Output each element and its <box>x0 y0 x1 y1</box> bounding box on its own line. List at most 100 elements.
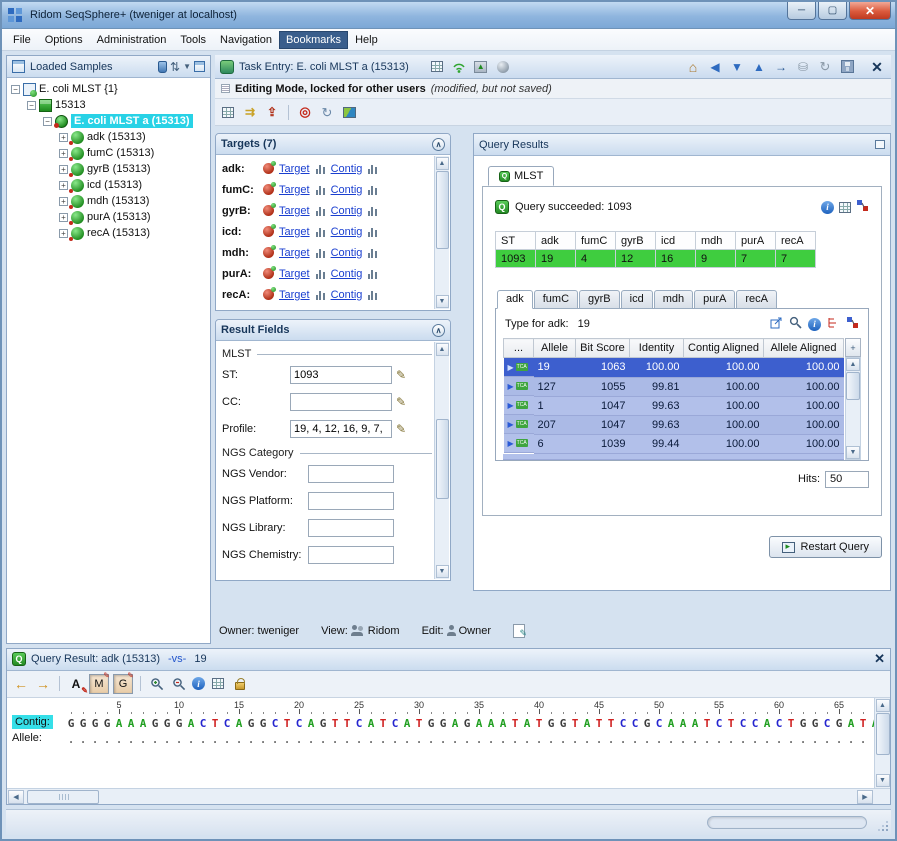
edit-note-icon[interactable] <box>513 624 525 638</box>
target-trace-icon[interactable] <box>315 184 326 195</box>
contig-row-label[interactable]: Contig: <box>12 715 53 729</box>
st-column-header[interactable]: gyrB <box>616 232 656 250</box>
allele-column-header[interactable]: Contig Aligned <box>684 339 764 358</box>
contig-trace-icon[interactable] <box>367 289 378 300</box>
allele-column-header[interactable]: Bit Score <box>576 339 630 358</box>
prev-difference-icon[interactable]: ← <box>12 675 30 693</box>
st-result-cell[interactable]: 1093 <box>496 250 536 268</box>
close-alignment-icon[interactable]: ✕ <box>874 651 885 667</box>
report-edit-icon[interactable] <box>219 103 237 121</box>
forward-icon[interactable]: → <box>772 58 790 76</box>
ngs-field-input[interactable] <box>308 546 394 564</box>
export-table-icon[interactable] <box>431 61 443 72</box>
sort-icon[interactable]: ⇅ <box>170 61 180 73</box>
target-trace-icon[interactable] <box>315 163 326 174</box>
ngs-field-input[interactable] <box>308 519 394 537</box>
tree-expander-icon[interactable]: + <box>59 133 68 142</box>
gene-tab-fumC[interactable]: fumC <box>534 290 578 309</box>
cart-icon[interactable]: ⛁ <box>794 58 812 76</box>
contig-link[interactable]: Contig <box>331 247 363 259</box>
result-fields-scrollbar[interactable]: ▲ ▼ <box>434 342 449 579</box>
gene-tab-adk[interactable]: adk <box>497 290 533 309</box>
tree-item[interactable]: −E. coli MLST a (15313) <box>7 113 210 129</box>
contig-link[interactable]: Contig <box>331 289 363 301</box>
column-config-button[interactable]: + <box>845 338 861 357</box>
up-arrow-icon[interactable]: ▲ <box>750 58 768 76</box>
close-task-icon[interactable]: ✕ <box>868 58 886 76</box>
target-link[interactable]: Target <box>279 205 310 217</box>
st-result-cell[interactable]: 7 <box>736 250 776 268</box>
snapshot-icon[interactable] <box>343 107 356 118</box>
collapse-result-fields-icon[interactable]: ∧ <box>432 324 445 337</box>
refresh-icon[interactable]: ↻ <box>816 58 834 76</box>
target-link[interactable]: Target <box>279 184 310 196</box>
contig-link[interactable]: Contig <box>331 226 363 238</box>
recompute-icon[interactable]: ↻ <box>318 103 336 121</box>
tree-expander-icon[interactable]: + <box>59 165 68 174</box>
ngs-field-input[interactable] <box>308 492 394 510</box>
info-icon[interactable]: i <box>808 318 821 331</box>
allele-row[interactable]: ▶TCA1104799.63100.00100.00 <box>504 396 844 415</box>
ngs-field-input[interactable] <box>308 465 394 483</box>
target-crosshair-icon[interactable]: ◎ <box>296 103 314 121</box>
tree-expander-icon[interactable]: − <box>43 117 52 126</box>
edit-pencil-icon[interactable]: ✎ <box>396 368 406 382</box>
export-icon[interactable]: ⇪ <box>263 103 281 121</box>
contig-link[interactable]: Contig <box>331 163 363 175</box>
result-field-input[interactable] <box>290 393 392 411</box>
menu-item-tools[interactable]: Tools <box>173 31 213 49</box>
scrollbar-thumb[interactable] <box>27 790 99 804</box>
gene-tab-recA[interactable]: recA <box>736 290 777 309</box>
title-bar[interactable]: Ridom SeqSphere+ (tweniger at localhost)… <box>2 2 895 29</box>
target-trace-icon[interactable] <box>315 247 326 258</box>
tree-expander-icon[interactable]: − <box>27 101 36 110</box>
close-button[interactable]: ✕ <box>849 2 891 20</box>
result-field-input[interactable] <box>290 420 392 438</box>
tree-item[interactable]: +fumC (15313) <box>7 145 210 161</box>
st-result-cell[interactable]: 19 <box>536 250 576 268</box>
wifi-icon[interactable] <box>450 58 468 76</box>
lock-icon[interactable] <box>235 682 245 690</box>
allele-row[interactable]: ▶TCA191063100.00100.00100.00 <box>504 358 844 378</box>
chevron-down-icon[interactable]: ▼ <box>183 63 191 71</box>
tree-expander-icon[interactable]: + <box>59 181 68 190</box>
target-link[interactable]: Target <box>279 268 310 280</box>
tree-item[interactable]: −15313 <box>7 97 210 113</box>
tree-item[interactable]: +gyrB (15313) <box>7 161 210 177</box>
menu-item-options[interactable]: Options <box>38 31 90 49</box>
tree-expander-icon[interactable]: + <box>59 197 68 206</box>
edit-base-icon[interactable]: A <box>67 675 85 693</box>
st-column-header[interactable]: icd <box>656 232 696 250</box>
st-result-cell[interactable]: 16 <box>656 250 696 268</box>
targets-scrollbar[interactable]: ▲ ▼ <box>434 156 449 309</box>
edit-pencil-icon[interactable]: ✎ <box>396 395 406 409</box>
maximize-button[interactable]: ▢ <box>818 2 847 20</box>
contig-link[interactable]: Contig <box>331 205 363 217</box>
tree-expander-icon[interactable]: + <box>59 149 68 158</box>
target-trace-icon[interactable] <box>315 226 326 237</box>
allele-row[interactable]: ▶TCA127105599.81100.00100.00 <box>504 377 844 396</box>
st-result-cell[interactable]: 9 <box>696 250 736 268</box>
trace-table-icon[interactable] <box>212 678 224 689</box>
contig-link[interactable]: Contig <box>331 268 363 280</box>
result-fields-header[interactable]: Result Fields ∧ <box>216 320 450 341</box>
contig-trace-icon[interactable] <box>367 268 378 279</box>
st-result-cell[interactable]: 12 <box>616 250 656 268</box>
info-icon[interactable]: i <box>192 677 205 690</box>
scroll-down-icon[interactable]: ▼ <box>876 774 890 787</box>
tree-item[interactable]: +adk (15313) <box>7 129 210 145</box>
target-link[interactable]: Target <box>279 289 310 301</box>
info-icon[interactable]: i <box>821 201 834 214</box>
contig-trace-icon[interactable] <box>367 163 378 174</box>
restart-query-button[interactable]: Restart Query <box>769 536 882 558</box>
scroll-up-icon[interactable]: ▲ <box>846 358 860 371</box>
target-trace-icon[interactable] <box>315 268 326 279</box>
minimize-button[interactable]: ─ <box>787 2 816 20</box>
scroll-down-icon[interactable]: ▼ <box>846 446 860 459</box>
menu-item-help[interactable]: Help <box>348 31 385 49</box>
save-icon[interactable] <box>841 60 854 73</box>
target-link[interactable]: Target <box>279 226 310 238</box>
zoom-in-icon[interactable] <box>148 675 166 693</box>
zoom-out-icon[interactable] <box>170 675 188 693</box>
st-column-header[interactable]: ST <box>496 232 536 250</box>
